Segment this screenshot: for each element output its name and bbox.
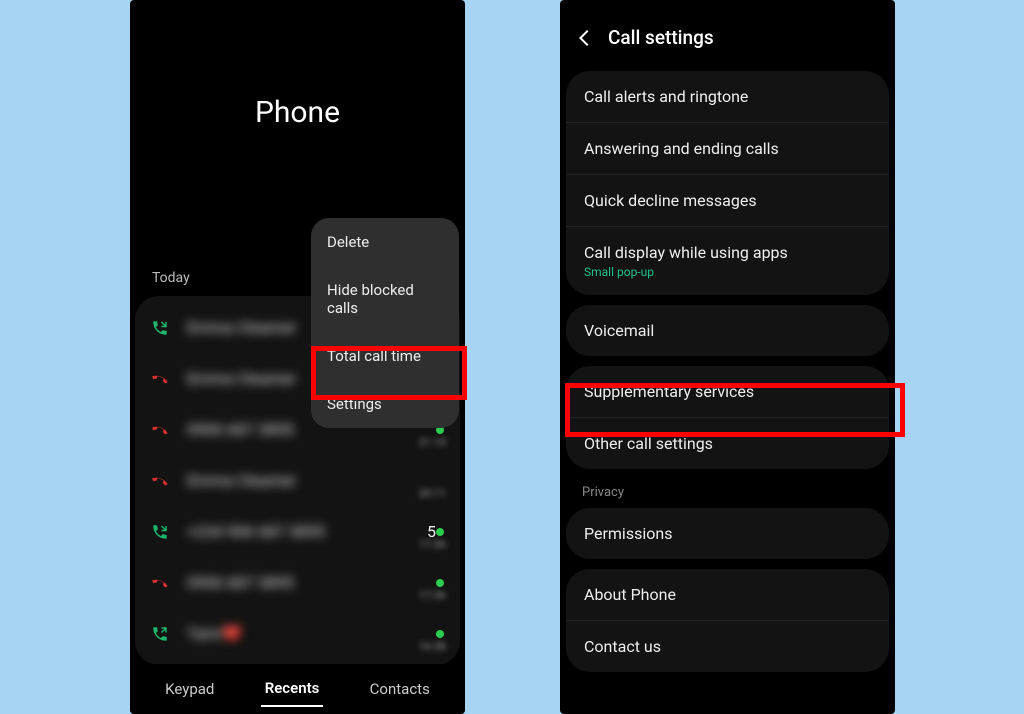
overflow-menu: Delete Hide blocked calls Total call tim… bbox=[311, 218, 459, 428]
row-contact-us[interactable]: Contact us bbox=[566, 621, 889, 672]
missed-call-icon bbox=[149, 470, 171, 492]
row-call-display-sub: Small pop-up bbox=[584, 265, 871, 279]
menu-delete[interactable]: Delete bbox=[311, 218, 459, 266]
call-time: 17:36 bbox=[419, 589, 446, 602]
missed-call-icon bbox=[149, 368, 171, 390]
tab-keypad[interactable]: Keypad bbox=[161, 672, 218, 706]
missed-call-icon bbox=[149, 419, 171, 441]
row-voicemail[interactable]: Voicemail bbox=[566, 305, 889, 356]
settings-group: About Phone Contact us bbox=[566, 569, 889, 672]
tab-recents[interactable]: Recents bbox=[261, 671, 324, 707]
row-call-display[interactable]: Call display while using apps Small pop-… bbox=[566, 227, 889, 295]
call-time: 21:15 bbox=[419, 436, 446, 449]
call-row[interactable]: Tami❤️ 16:38 bbox=[135, 608, 460, 659]
phone-app-screen: Phone Today Emma Cleamer Emma Cleamer 09… bbox=[130, 0, 465, 714]
row-permissions[interactable]: Permissions bbox=[566, 508, 889, 559]
call-settings-screen: Call settings Call alerts and ringtone A… bbox=[560, 0, 895, 714]
settings-title: Call settings bbox=[608, 26, 714, 49]
row-answering[interactable]: Answering and ending calls bbox=[566, 123, 889, 175]
incoming-call-icon bbox=[149, 521, 171, 543]
call-time: 17:36 bbox=[419, 538, 446, 551]
menu-hide-blocked[interactable]: Hide blocked calls bbox=[311, 266, 459, 332]
call-row[interactable]: 0906 687 3895 17:36 bbox=[135, 557, 460, 608]
call-row[interactable]: +234 906 687 3895 5 17:36 bbox=[135, 506, 460, 557]
bottom-tabs: Keypad Recents Contacts bbox=[130, 664, 465, 714]
status-dot bbox=[436, 630, 444, 638]
back-icon[interactable] bbox=[574, 27, 596, 49]
settings-group: Call alerts and ringtone Answering and e… bbox=[566, 71, 889, 295]
row-supplementary-services[interactable]: Supplementary services bbox=[566, 366, 889, 418]
call-name: +234 906 687 3895 bbox=[187, 522, 447, 541]
tab-contacts[interactable]: Contacts bbox=[366, 672, 434, 706]
call-row[interactable]: Emma Cleamer 20:11 bbox=[135, 455, 460, 506]
privacy-section-header: Privacy bbox=[560, 479, 895, 504]
outgoing-call-icon bbox=[149, 623, 171, 645]
missed-call-icon bbox=[149, 572, 171, 594]
call-name: 0906 687 3895 bbox=[187, 573, 436, 592]
settings-group: Permissions bbox=[566, 508, 889, 559]
settings-header: Call settings bbox=[560, 0, 895, 67]
status-dot bbox=[436, 579, 444, 587]
call-name: Emma Cleamer bbox=[187, 471, 446, 490]
incoming-call-icon bbox=[149, 317, 171, 339]
settings-group: Voicemail bbox=[566, 305, 889, 356]
row-quick-decline[interactable]: Quick decline messages bbox=[566, 175, 889, 227]
call-name: Tami❤️ bbox=[187, 624, 436, 643]
menu-total-call-time[interactable]: Total call time bbox=[311, 332, 459, 380]
settings-group: Supplementary services Other call settin… bbox=[566, 366, 889, 469]
call-time: 20:11 bbox=[419, 487, 446, 500]
row-call-alerts[interactable]: Call alerts and ringtone bbox=[566, 71, 889, 123]
menu-settings[interactable]: Settings bbox=[311, 380, 459, 428]
row-about-phone[interactable]: About Phone bbox=[566, 569, 889, 621]
row-other-call-settings[interactable]: Other call settings bbox=[566, 418, 889, 469]
call-time: 16:38 bbox=[419, 640, 446, 653]
